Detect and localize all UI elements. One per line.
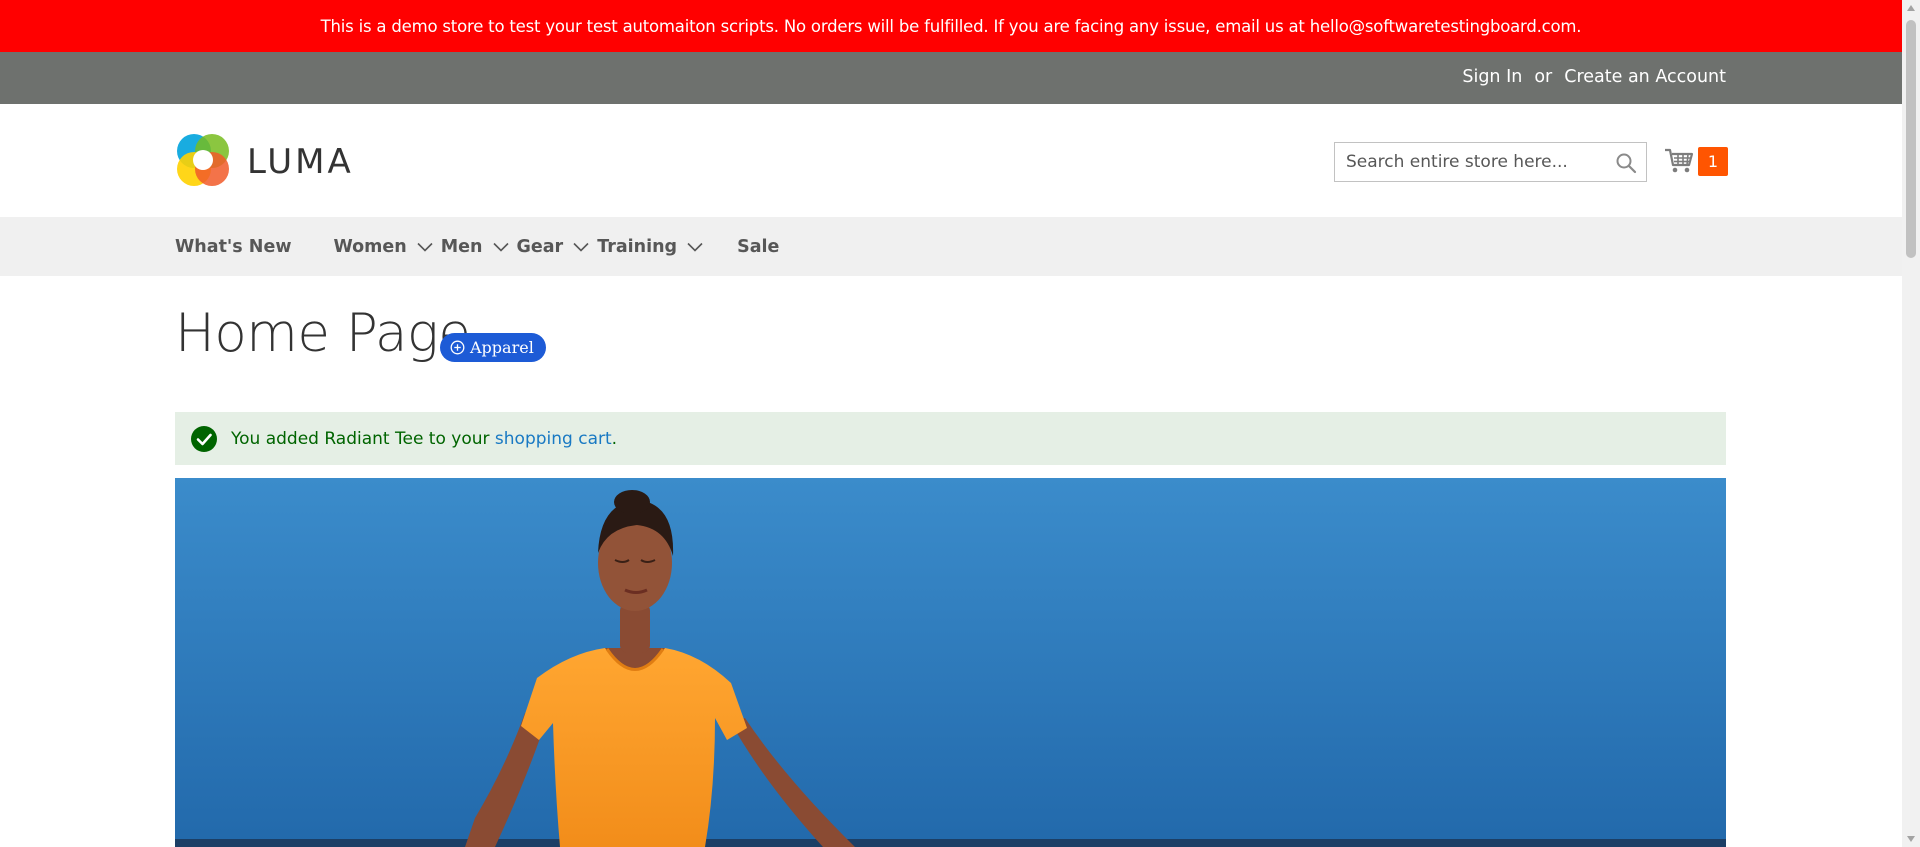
demo-store-notice: This is a demo store to test your test a… [0,0,1902,52]
hero-banner-image[interactable] [175,478,1726,847]
header-links: Sign In or Create an Account [1462,67,1726,87]
nav-item-label: Sale [737,236,780,257]
demo-store-notice-text: This is a demo store to test your test a… [320,16,1582,36]
search-input[interactable] [1335,143,1646,181]
nav-item-women[interactable]: Women [333,217,440,276]
create-account-link[interactable]: Create an Account [1564,67,1726,87]
chevron-down-icon [492,242,509,252]
search-icon[interactable] [1615,152,1637,174]
cart-icon [1664,147,1694,179]
woman-meditating-image [175,478,1726,847]
nav-item-label: Men [440,236,483,257]
scrollbar-thumb[interactable] [1906,20,1916,258]
nav-item-whats-new[interactable]: What's New [175,217,291,276]
page-title: Home Page [175,303,471,364]
header-panel: Sign In or Create an Account [0,52,1902,104]
sign-in-link[interactable]: Sign In [1462,67,1522,87]
plus-circle-icon [450,340,465,355]
logo-link[interactable]: LUMA [175,131,354,193]
header-content: LUMA 1 [0,104,1902,217]
nav-item-label: Women [333,236,407,257]
success-message: You added Radiant Tee to your shopping c… [175,412,1726,465]
nav-item-label: Training [597,236,678,257]
luma-logo-icon [175,131,231,193]
apparel-badge-label: Apparel [470,338,534,357]
success-message-text: You added Radiant Tee to your shopping c… [231,429,617,449]
nav-item-training[interactable]: Training [597,217,711,276]
nav-item-label: What's New [175,236,292,257]
cart-counter: 1 [1698,147,1728,176]
chevron-down-icon [417,242,433,252]
shopping-cart-link[interactable]: shopping cart [495,429,612,449]
nav-item-sale[interactable]: Sale [737,217,779,276]
apparel-badge[interactable]: Apparel [440,333,546,362]
nav-item-label: Gear [516,236,564,257]
check-circle-icon [191,425,217,452]
chevron-down-icon [687,242,703,252]
nav-item-gear[interactable]: Gear [517,217,598,276]
success-message-prefix: You added Radiant Tee to your [231,428,495,449]
header-links-separator: or [1534,67,1553,87]
scroll-down-icon[interactable] [1906,835,1916,843]
nav-item-men[interactable]: Men [441,217,517,276]
search-box [1334,142,1647,182]
scroll-up-icon[interactable] [1906,4,1916,12]
minicart-button[interactable]: 1 [1664,144,1728,180]
page-scrollbar[interactable] [1902,0,1920,847]
logo-text: LUMA [247,142,354,182]
success-message-suffix: . [611,428,618,449]
chevron-down-icon [573,242,589,252]
main-navigation: What's New Women Men Gear Training Sale [0,217,1902,276]
